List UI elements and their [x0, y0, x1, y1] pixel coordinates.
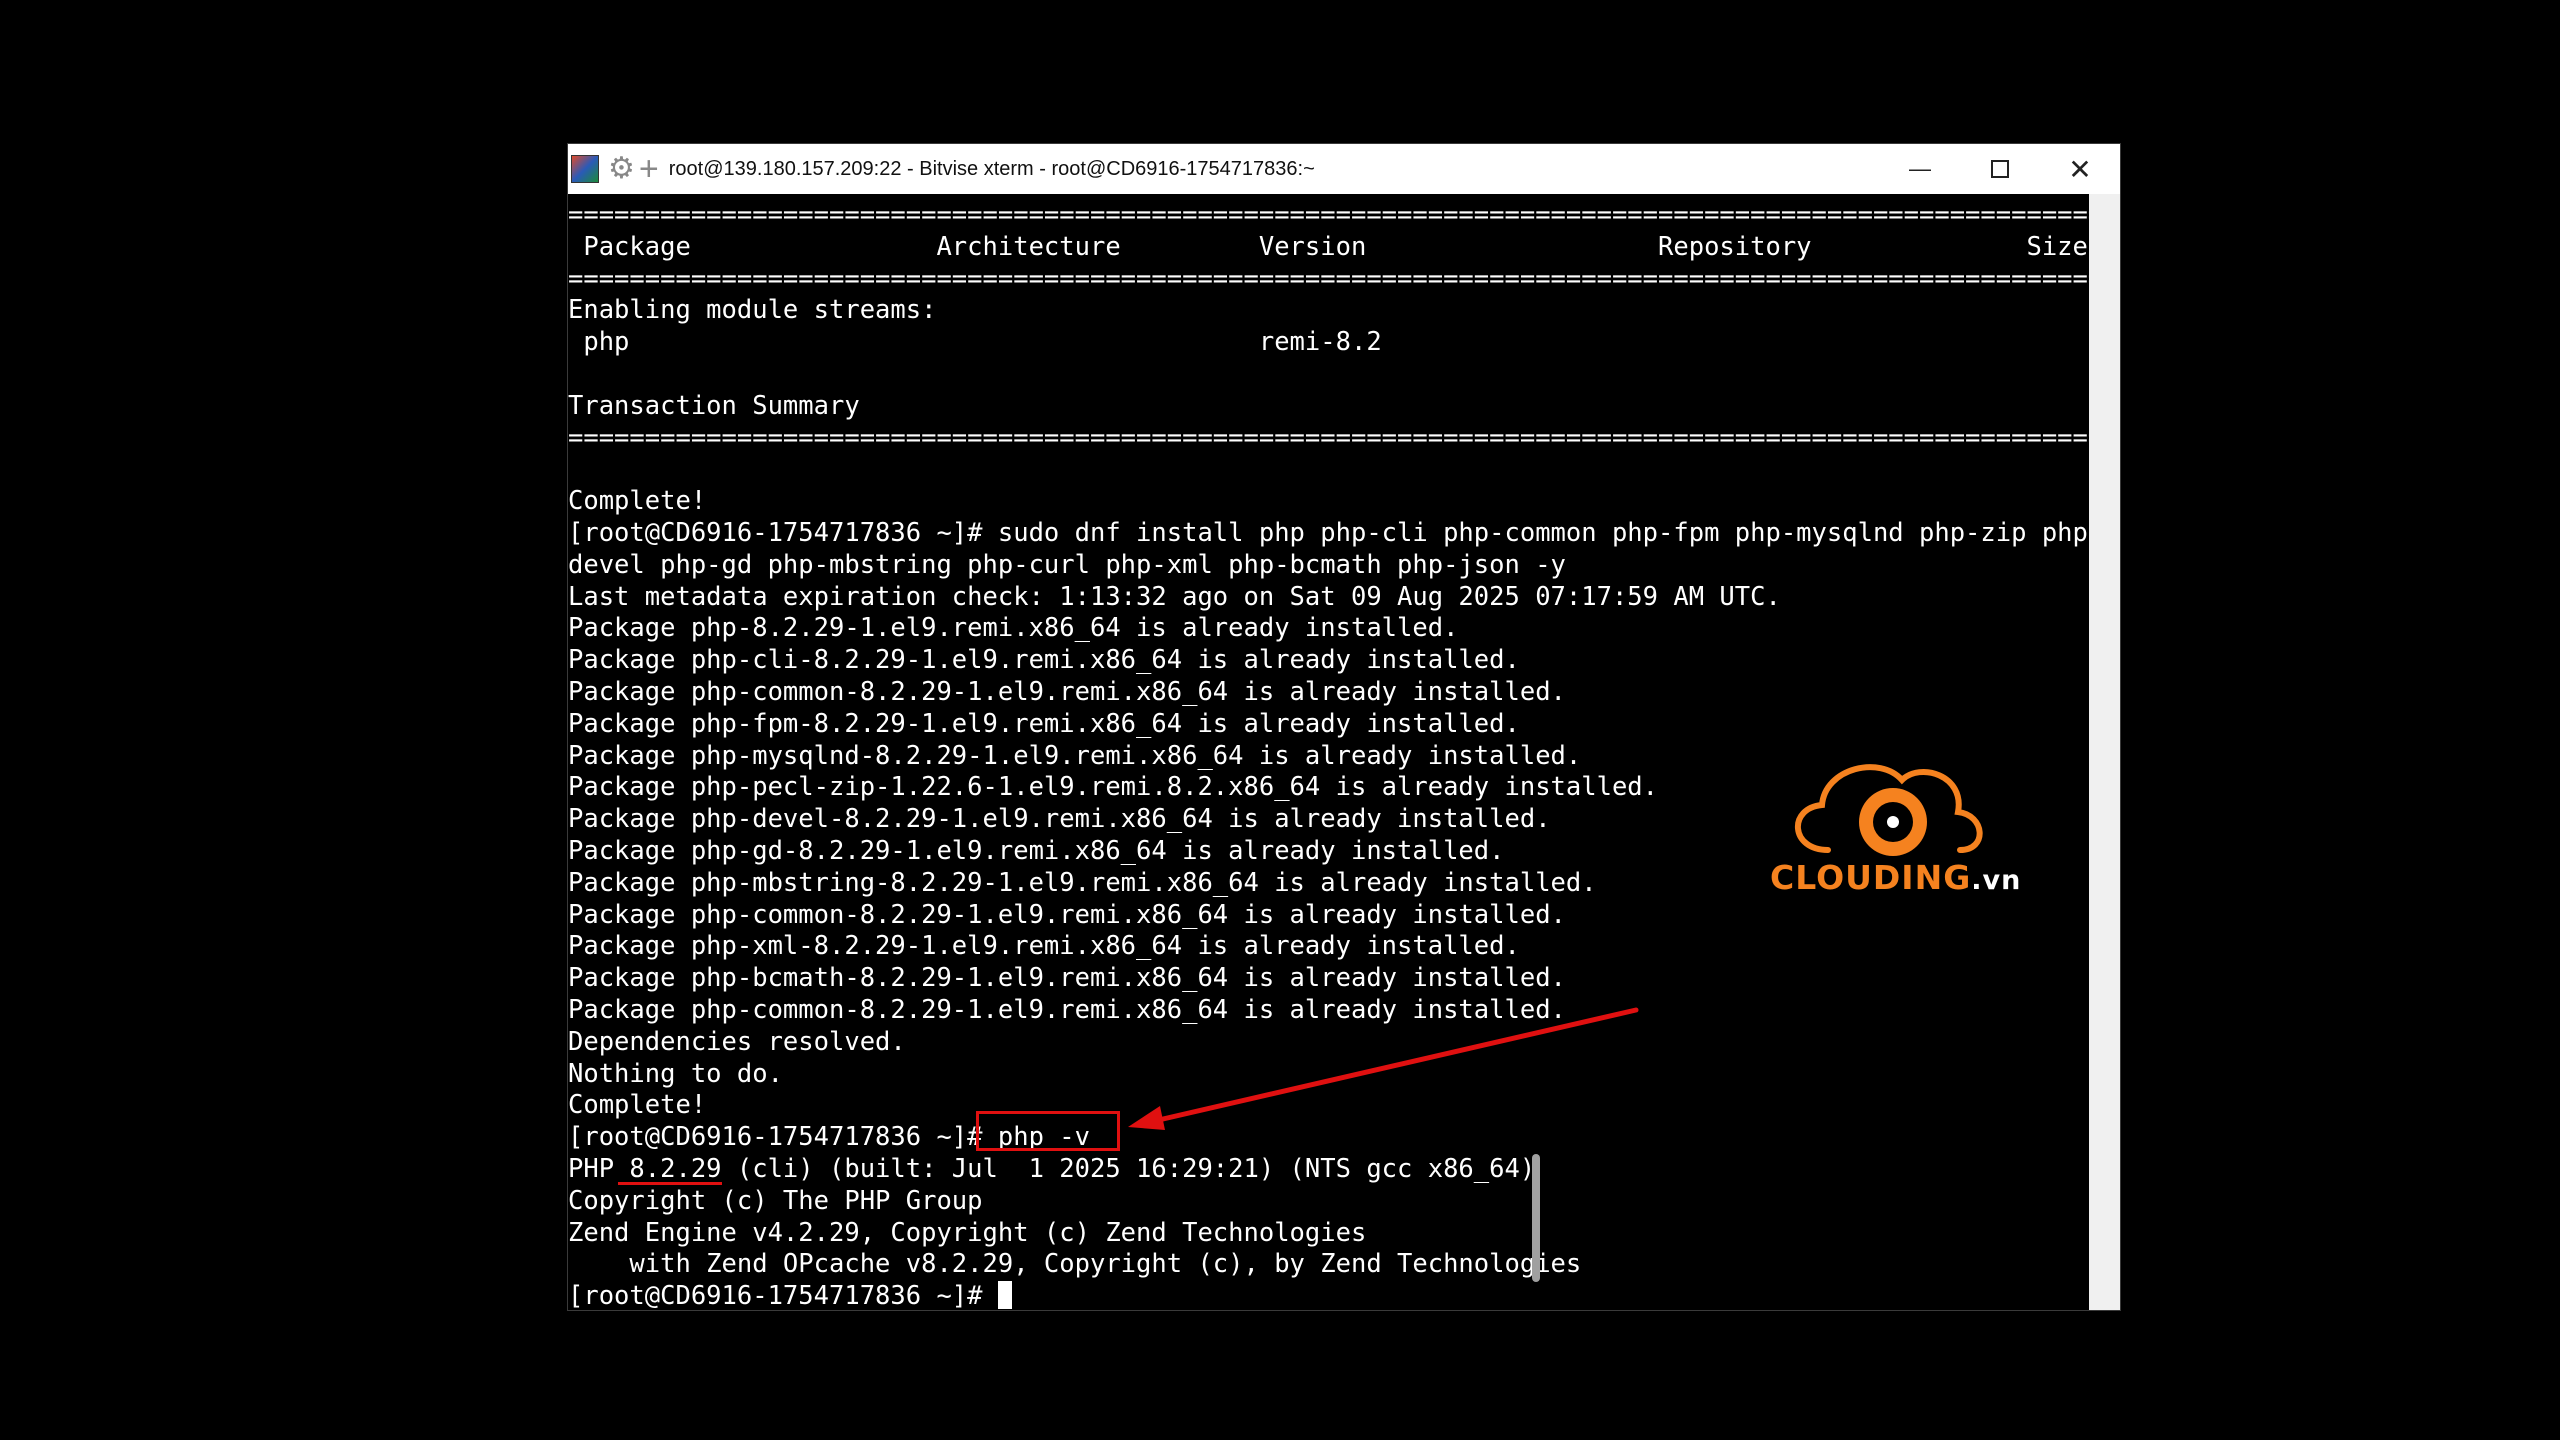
logo-text: CLOUDING.vn — [1770, 858, 2030, 897]
annotation-arrow — [1128, 1007, 1639, 1130]
logo-tld: .vn — [1971, 865, 2022, 896]
clouding-logo: CLOUDING.vn — [1770, 750, 2030, 900]
logo-brand: CLOUDING — [1770, 858, 1972, 897]
cloud-icon — [1794, 764, 1983, 856]
